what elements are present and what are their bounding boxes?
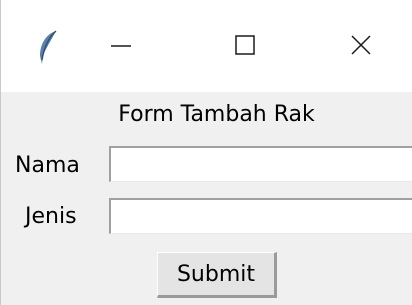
jenis-input[interactable] (109, 198, 412, 234)
app-window: Form Tambah Rak Nama Jenis Submit (0, 0, 412, 305)
close-icon (349, 33, 373, 61)
minimize-button[interactable] (91, 22, 151, 72)
maximize-button[interactable] (215, 22, 275, 72)
jenis-label: Jenis (25, 204, 77, 229)
nama-input[interactable] (109, 146, 412, 182)
feather-icon (37, 30, 59, 66)
form-title: Form Tambah Rak (118, 102, 315, 127)
nama-label: Nama (15, 153, 80, 178)
title-bar[interactable] (1, 0, 412, 92)
minimize-icon (109, 33, 133, 61)
submit-button[interactable]: Submit (157, 252, 277, 298)
maximize-icon (233, 33, 257, 61)
form-area: Form Tambah Rak Nama Jenis Submit (1, 92, 412, 305)
close-button[interactable] (331, 22, 391, 72)
